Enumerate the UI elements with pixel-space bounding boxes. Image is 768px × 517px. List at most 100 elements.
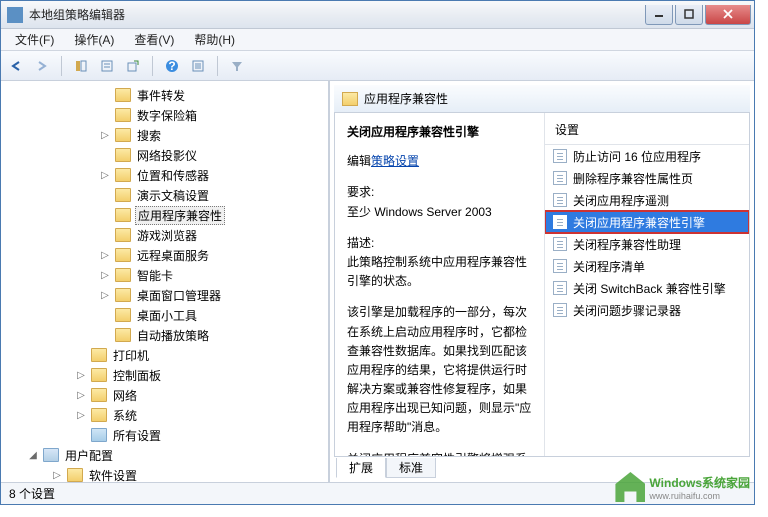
tree-item-label: 位置和传感器 bbox=[135, 167, 211, 184]
folder-icon bbox=[91, 368, 107, 382]
expand-icon[interactable]: ▷ bbox=[99, 270, 111, 281]
menu-help[interactable]: 帮助(H) bbox=[184, 29, 245, 50]
folder-icon bbox=[115, 148, 131, 162]
policy-icon bbox=[553, 171, 567, 185]
folder-icon bbox=[91, 348, 107, 362]
tree-item-label: 智能卡 bbox=[135, 267, 175, 284]
minimize-button[interactable] bbox=[645, 5, 673, 25]
expand-icon[interactable]: ▷ bbox=[99, 170, 111, 181]
setting-label: 关闭程序清单 bbox=[573, 258, 645, 275]
export-button[interactable] bbox=[122, 55, 144, 77]
folder-icon bbox=[115, 228, 131, 242]
tree-item-label: 游戏浏览器 bbox=[135, 227, 199, 244]
body: 事件转发数字保险箱▷搜索网络投影仪 ▷ 位置和传感器演示文稿设置应用程序兼容性游戏浏… bbox=[1, 81, 754, 482]
folder-icon bbox=[115, 248, 131, 262]
tree-item[interactable]: ▷搜索 bbox=[3, 125, 326, 145]
folder-icon bbox=[115, 288, 131, 302]
tree-item-label: 控制面板 bbox=[111, 367, 163, 384]
tree-item[interactable]: ▷ 控制面板 bbox=[3, 365, 326, 385]
folder-icon bbox=[43, 448, 59, 462]
tree-item-label: 网络投影仪 bbox=[135, 147, 199, 164]
setting-label: 防止访问 16 位应用程序 bbox=[573, 148, 701, 165]
setting-row[interactable]: 关闭问题步骤记录器 bbox=[545, 299, 749, 321]
tree-item[interactable]: 事件转发 bbox=[3, 85, 326, 105]
tree-item[interactable]: ▷远程桌面服务 bbox=[3, 245, 326, 265]
expand-icon[interactable]: ▷ bbox=[99, 290, 111, 301]
setting-row[interactable]: 关闭应用程序兼容性引擎 bbox=[545, 211, 749, 233]
expand-icon[interactable]: ▷ bbox=[75, 370, 87, 381]
tree-item[interactable]: 游戏浏览器 bbox=[3, 225, 326, 245]
edit-policy-link[interactable]: 策略设置 bbox=[371, 154, 419, 168]
menu-view[interactable]: 查看(V) bbox=[124, 29, 184, 50]
tree-item-label: 应用程序兼容性 bbox=[135, 206, 225, 225]
tree-item[interactable]: ▷系统 bbox=[3, 405, 326, 425]
folder-icon bbox=[115, 128, 131, 142]
expand-icon[interactable]: ▷ bbox=[99, 250, 111, 261]
tree-item[interactable]: 桌面小工具 bbox=[3, 305, 326, 325]
toolbar-separator bbox=[152, 56, 153, 76]
folder-icon bbox=[115, 308, 131, 322]
maximize-button[interactable] bbox=[675, 5, 703, 25]
edit-label: 编辑 bbox=[347, 154, 371, 168]
menu-bar: 文件(F) 操作(A) 查看(V) 帮助(H) bbox=[1, 29, 754, 51]
expand-icon[interactable]: ▷ bbox=[99, 130, 111, 141]
tree-item-label: 自动播放策略 bbox=[135, 327, 211, 344]
setting-row[interactable]: 关闭应用程序遥测 bbox=[545, 189, 749, 211]
tree-item-label: 事件转发 bbox=[135, 87, 187, 104]
back-button[interactable] bbox=[5, 55, 27, 77]
tree-item-label: 用户配置 bbox=[63, 447, 115, 464]
tree-item[interactable]: 数字保险箱 bbox=[3, 105, 326, 125]
setting-label: 关闭 SwitchBack 兼容性引擎 bbox=[573, 280, 726, 297]
menu-action[interactable]: 操作(A) bbox=[64, 29, 124, 50]
description-text: 此策略控制系统中应用程序兼容性引擎的状态。 bbox=[347, 253, 532, 291]
filter-button[interactable] bbox=[226, 55, 248, 77]
tab-standard[interactable]: 标准 bbox=[386, 458, 436, 478]
tree-item[interactable]: ◢ 用户配置 bbox=[3, 445, 326, 465]
main-window: 本地组策略编辑器 文件(F) 操作(A) 查看(V) 帮助(H) ? bbox=[0, 0, 755, 505]
status-text: 8 个设置 bbox=[9, 485, 55, 502]
setting-row[interactable]: 关闭程序兼容性助理 bbox=[545, 233, 749, 255]
tree-item[interactable]: 演示文稿设置 bbox=[3, 185, 326, 205]
tab-extended[interactable]: 扩展 bbox=[336, 458, 386, 478]
policy-icon bbox=[553, 259, 567, 273]
close-button[interactable] bbox=[705, 5, 751, 25]
tree-item[interactable]: 自动播放策略 bbox=[3, 325, 326, 345]
settings-header[interactable]: 设置 bbox=[545, 113, 749, 145]
properties-button[interactable] bbox=[96, 55, 118, 77]
tree-item-label: 桌面窗口管理器 bbox=[135, 287, 223, 304]
tree-item[interactable]: 应用程序兼容性 bbox=[3, 205, 326, 225]
tree-item[interactable]: ▷ 软件设置 bbox=[3, 465, 326, 482]
expand-icon[interactable]: ▷ bbox=[75, 410, 87, 421]
setting-row[interactable]: 防止访问 16 位应用程序 bbox=[545, 145, 749, 167]
folder-icon bbox=[115, 188, 131, 202]
help-button[interactable]: ? bbox=[161, 55, 183, 77]
policy-icon bbox=[553, 193, 567, 207]
tree-item-label: 数字保险箱 bbox=[135, 107, 199, 124]
expand-icon[interactable]: ◢ bbox=[27, 450, 39, 461]
list-button[interactable] bbox=[187, 55, 209, 77]
tree-item-label: 软件设置 bbox=[87, 467, 139, 483]
toolbar-separator bbox=[217, 56, 218, 76]
tree-item[interactable]: ▷ 智能卡 bbox=[3, 265, 326, 285]
tree-item[interactable]: ▷ 桌面窗口管理器 bbox=[3, 285, 326, 305]
expand-icon[interactable]: ▷ bbox=[75, 390, 87, 401]
setting-row[interactable]: 关闭程序清单 bbox=[545, 255, 749, 277]
setting-label: 关闭问题步骤记录器 bbox=[573, 302, 681, 319]
tree-item[interactable]: ▷ 位置和传感器 bbox=[3, 165, 326, 185]
tree-pane[interactable]: 事件转发数字保险箱▷搜索网络投影仪 ▷ 位置和传感器演示文稿设置应用程序兼容性游戏浏… bbox=[1, 81, 329, 482]
setting-label: 关闭程序兼容性助理 bbox=[573, 236, 681, 253]
settings-list[interactable]: 设置 防止访问 16 位应用程序删除程序兼容性属性页关闭应用程序遥测关闭应用程序… bbox=[545, 113, 749, 456]
tree-item[interactable]: 网络投影仪 bbox=[3, 145, 326, 165]
folder-icon bbox=[342, 92, 358, 106]
menu-file[interactable]: 文件(F) bbox=[5, 29, 64, 50]
setting-row[interactable]: 关闭 SwitchBack 兼容性引擎 bbox=[545, 277, 749, 299]
show-tree-button[interactable] bbox=[70, 55, 92, 77]
tree-item[interactable]: 打印机 bbox=[3, 345, 326, 365]
setting-row[interactable]: 删除程序兼容性属性页 bbox=[545, 167, 749, 189]
policy-icon bbox=[553, 281, 567, 295]
policy-icon bbox=[553, 215, 567, 229]
tree-item[interactable]: 所有设置 bbox=[3, 425, 326, 445]
description-text: 该引擎是加载程序的一部分，每次在系统上启动应用程序时，它都检查兼容性数据库。如果… bbox=[347, 303, 532, 437]
tree-item[interactable]: ▷网络 bbox=[3, 385, 326, 405]
expand-icon[interactable]: ▷ bbox=[51, 470, 63, 481]
